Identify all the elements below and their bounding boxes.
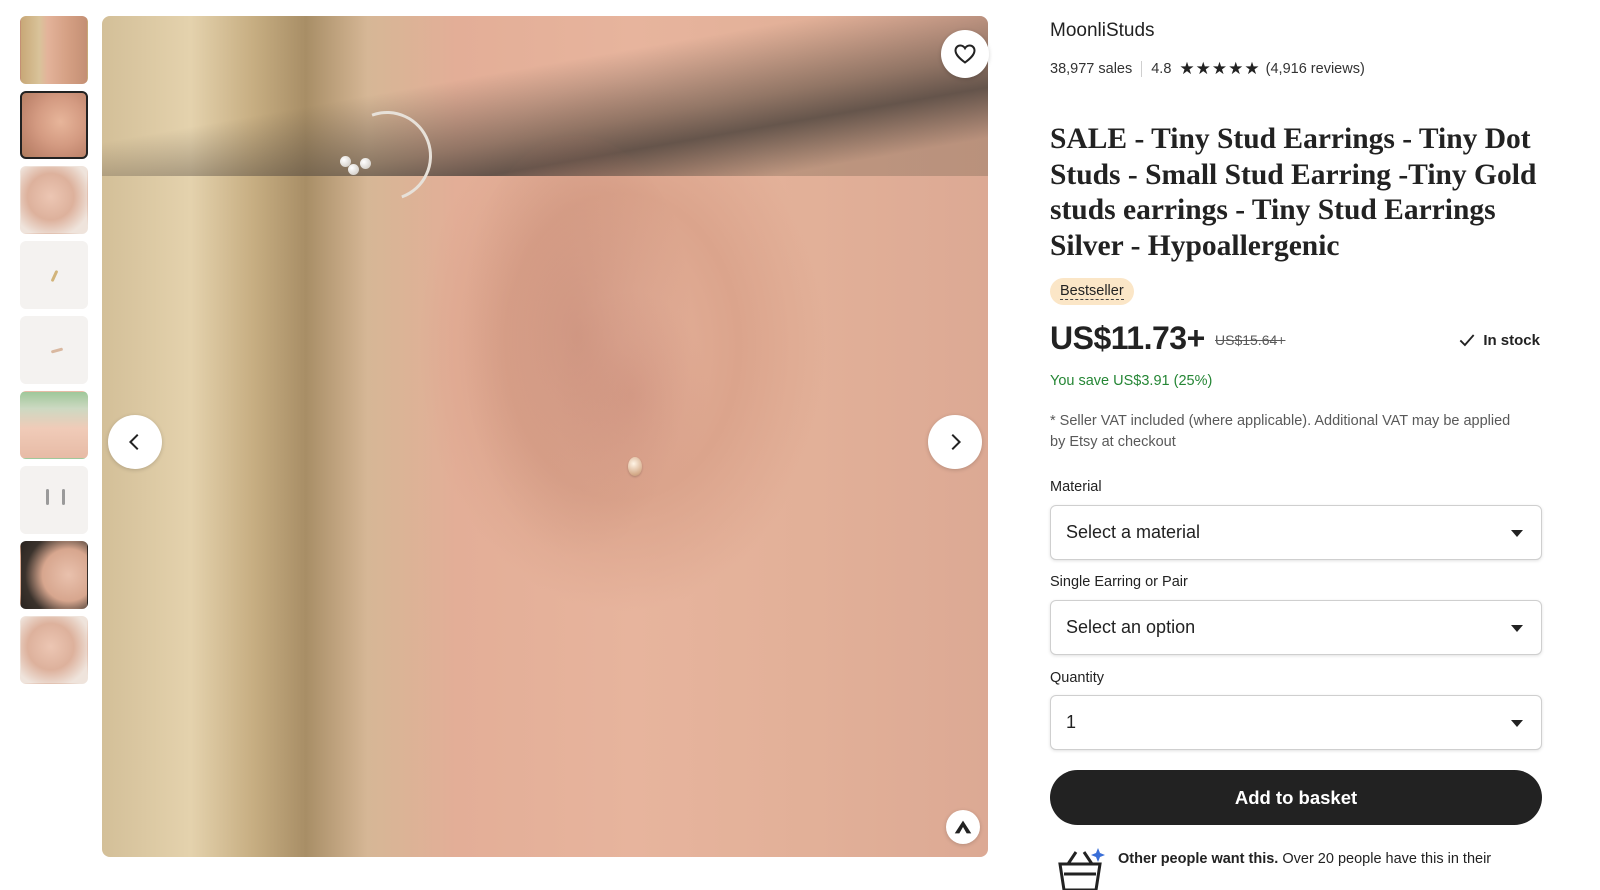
thumbnail-1[interactable] bbox=[20, 16, 88, 84]
quantity-select[interactable]: 1 bbox=[1050, 695, 1542, 750]
basket-sparkle-icon bbox=[1058, 848, 1105, 890]
thumbnail-6[interactable] bbox=[20, 391, 88, 459]
star-icon: ★ bbox=[1244, 59, 1260, 78]
stock-label: In stock bbox=[1483, 331, 1540, 349]
thumbnail-4[interactable] bbox=[20, 241, 88, 309]
previous-image-button[interactable] bbox=[108, 415, 162, 469]
sales-count: 38,977 sales bbox=[1050, 60, 1133, 77]
bestseller-badge[interactable]: Bestseller bbox=[1050, 278, 1134, 305]
current-price: US$11.73+ bbox=[1050, 320, 1205, 356]
demand-text: Other people want this. Over 20 people h… bbox=[1118, 851, 1491, 867]
caret-down-icon bbox=[1511, 625, 1523, 632]
demand-bold: Other people want this. bbox=[1118, 851, 1279, 867]
ear-shading bbox=[452, 136, 702, 576]
star-icon: ★ bbox=[1228, 59, 1244, 78]
thumbnail-8[interactable] bbox=[20, 541, 88, 609]
rating-value: 4.8 bbox=[1151, 60, 1172, 77]
thumbnail-5[interactable] bbox=[20, 316, 88, 384]
checkmark-icon bbox=[1459, 334, 1475, 347]
shop-name-link[interactable]: MoonliStuds bbox=[1050, 20, 1155, 42]
chevron-right-icon bbox=[951, 433, 962, 451]
earring-pair-select[interactable]: Select an option bbox=[1050, 600, 1542, 655]
star-seller-badge[interactable] bbox=[946, 810, 980, 844]
star-icon: ★ bbox=[1211, 59, 1228, 78]
demand-notice: Other people want this. Over 20 people h… bbox=[1050, 846, 1542, 890]
stud-earring bbox=[628, 457, 642, 476]
material-label: Material bbox=[1050, 479, 1102, 495]
earring-pair-select-value: Select an option bbox=[1066, 617, 1196, 637]
product-title: SALE - Tiny Stud Earrings - Tiny Dot Stu… bbox=[1050, 123, 1537, 262]
earring-pair-label: Single Earring or Pair bbox=[1050, 574, 1188, 590]
add-to-basket-button[interactable]: Add to basket bbox=[1050, 770, 1542, 825]
chevron-left-icon bbox=[128, 433, 139, 451]
material-select[interactable]: Select a material bbox=[1050, 505, 1542, 560]
stock-status: In stock bbox=[1457, 330, 1540, 350]
bestseller-label: Bestseller bbox=[1060, 283, 1124, 300]
original-price: US$15.64+ bbox=[1215, 332, 1286, 348]
star-icon: ★ bbox=[1195, 59, 1211, 78]
caret-down-icon bbox=[1511, 720, 1523, 727]
thumbnail-3[interactable] bbox=[20, 166, 88, 234]
material-select-value: Select a material bbox=[1066, 522, 1201, 542]
vat-note: * Seller VAT included (where applicable)… bbox=[1050, 413, 1511, 450]
thumbnail-7[interactable] bbox=[20, 466, 88, 534]
quantity-select-value: 1 bbox=[1066, 712, 1077, 732]
star-icon: ★ bbox=[1179, 59, 1195, 78]
hoop-bead bbox=[360, 158, 371, 169]
rating-stars[interactable]: ★ ★ ★ ★ ★ bbox=[1179, 60, 1260, 77]
quantity-label: Quantity bbox=[1050, 670, 1104, 686]
thumbnail-9[interactable] bbox=[20, 616, 88, 684]
caret-down-icon bbox=[1511, 530, 1523, 537]
demand-detail: Over 20 people have this in their bbox=[1278, 851, 1492, 867]
savings-text: You save US$3.91 (25%) bbox=[1050, 373, 1213, 389]
shop-stats: 38,977 sales 4.8 ★ ★ ★ ★ ★ (4,916 review… bbox=[1050, 60, 1365, 77]
next-image-button[interactable] bbox=[928, 415, 982, 469]
hoop-bead bbox=[348, 164, 359, 175]
main-product-image[interactable] bbox=[102, 16, 988, 857]
star-seller-icon bbox=[954, 820, 972, 834]
thumbnail-2-selected[interactable] bbox=[20, 91, 88, 159]
heart-outline-icon bbox=[954, 44, 976, 64]
stats-divider bbox=[1141, 60, 1143, 77]
thumbnail-strip bbox=[20, 16, 88, 691]
review-count-link[interactable]: (4,916 reviews) bbox=[1266, 61, 1365, 77]
favorite-button[interactable] bbox=[941, 30, 989, 78]
